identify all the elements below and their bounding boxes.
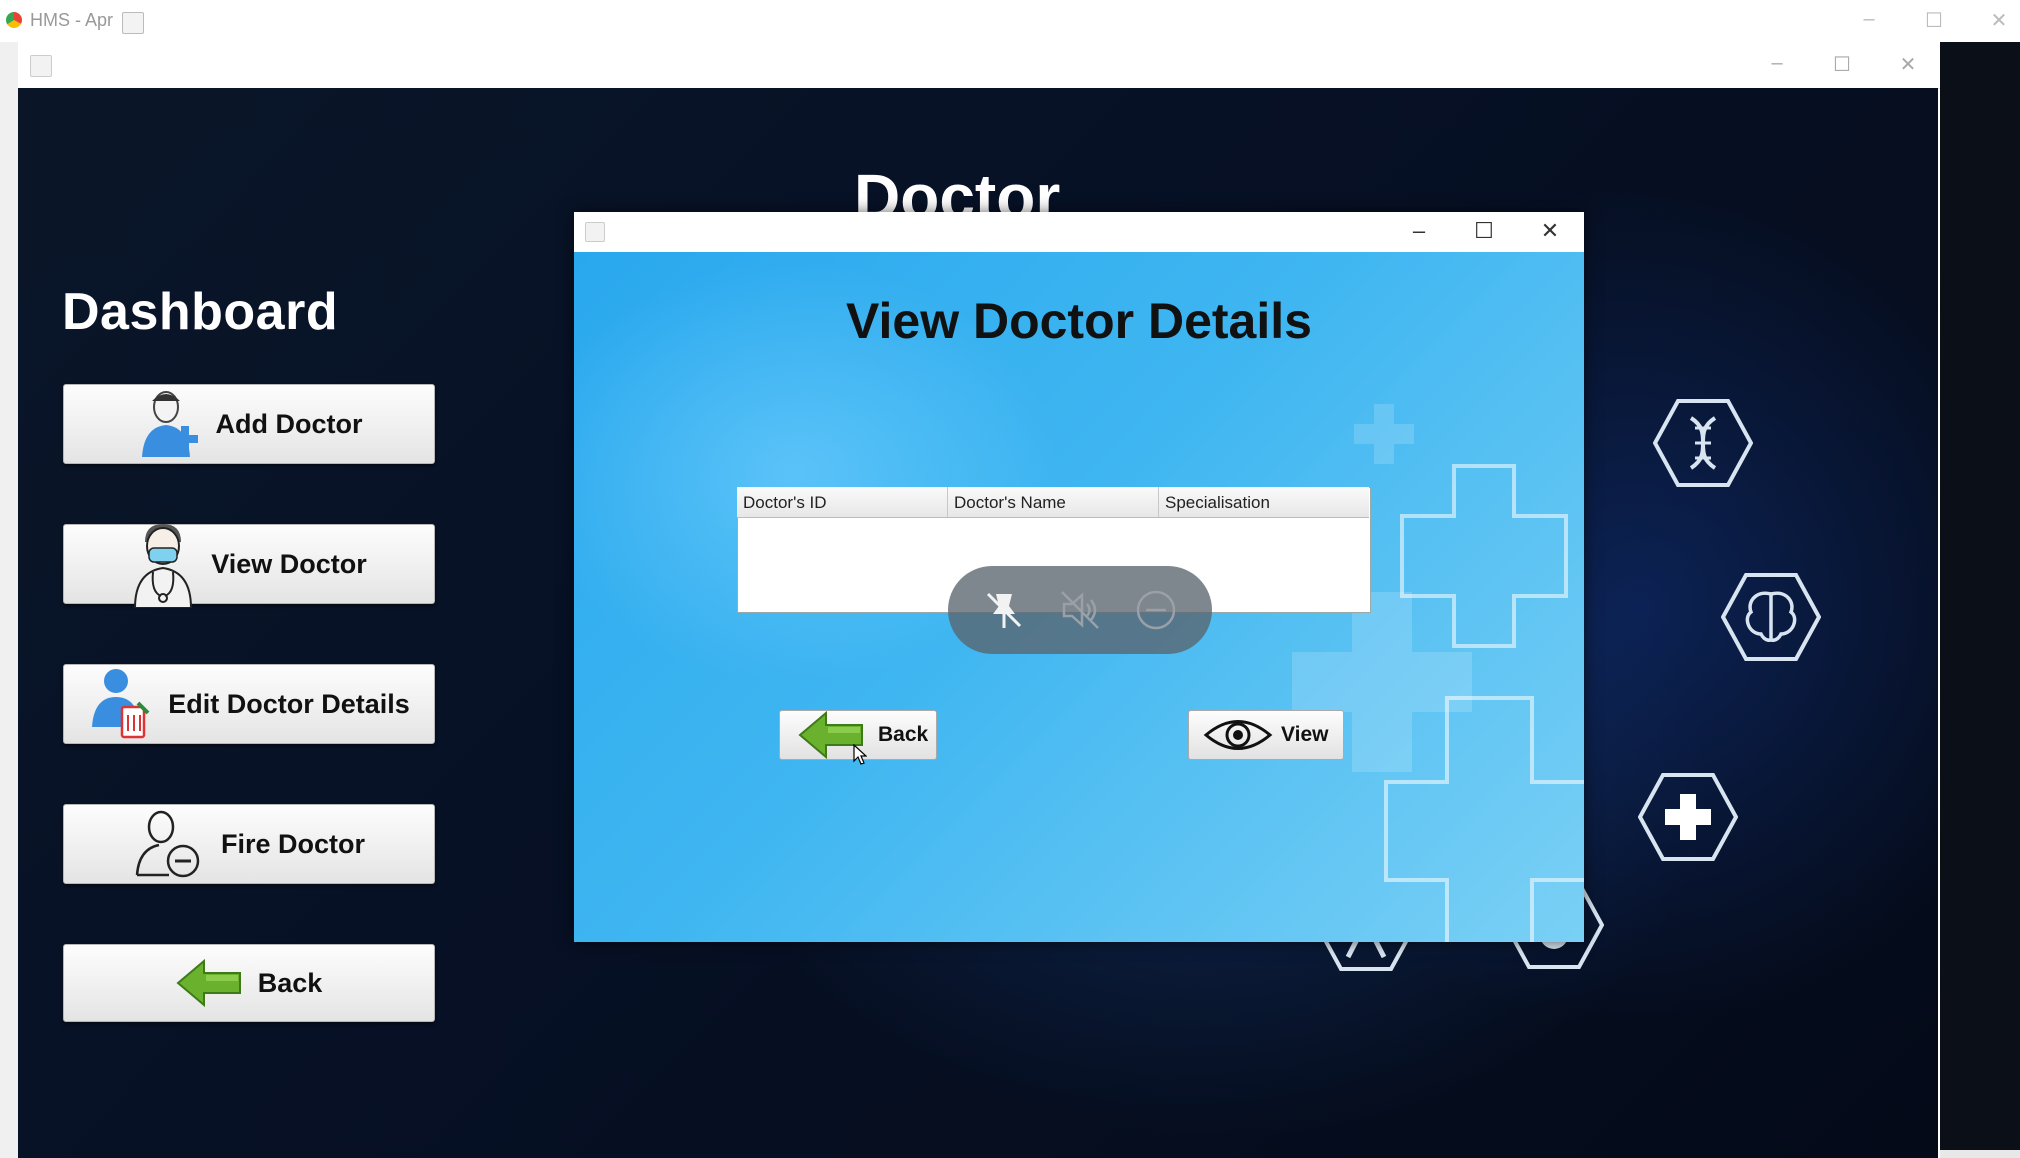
column-header-doctor-name[interactable]: Doctor's Name (948, 487, 1159, 517)
main-minimize-button[interactable]: – (1757, 52, 1797, 75)
add-doctor-icon (141, 391, 198, 457)
dialog-close-button[interactable]: ✕ (1530, 218, 1570, 244)
chrome-icon (6, 12, 22, 28)
mute-icon[interactable] (1058, 588, 1102, 632)
add-doctor-button[interactable]: Add Doctor (63, 384, 435, 464)
dashboard-back-label: Back (257, 967, 323, 998)
brain-icon (1721, 573, 1821, 661)
dialog-maximize-button[interactable]: ☐ (1464, 218, 1504, 244)
dna-icon (1653, 399, 1753, 487)
minus-circle-icon[interactable] (1134, 588, 1178, 632)
doctor-table-header: Doctor's ID Doctor's Name Specialisation (737, 487, 1369, 518)
outer-close-button[interactable]: ✕ (1979, 8, 2019, 33)
remove-doctor-icon (135, 810, 200, 878)
dashboard-title: Dashboard (62, 283, 339, 341)
fire-doctor-button[interactable]: Fire Doctor (63, 804, 435, 884)
view-button[interactable]: View (1188, 710, 1344, 760)
column-header-doctor-id[interactable]: Doctor's ID (737, 487, 948, 517)
mouse-cursor-icon (853, 744, 867, 765)
outer-maximize-button[interactable]: ☐ (1914, 8, 1954, 33)
main-close-button[interactable]: ✕ (1888, 52, 1928, 77)
eye-icon (1203, 720, 1273, 750)
dialog-minimize-button[interactable]: – (1399, 218, 1439, 244)
java-icon (122, 12, 144, 34)
dialog-back-label: Back (878, 723, 929, 746)
main-maximize-button[interactable]: ☐ (1822, 52, 1862, 77)
view-button-label: View (1281, 723, 1329, 746)
plus-icon (1638, 773, 1738, 861)
add-doctor-label: Add Doctor (215, 408, 363, 439)
doctor-avatar-icon (134, 524, 193, 608)
unpin-icon[interactable] (982, 588, 1026, 632)
edit-doctor-details-label: Edit Doctor Details (168, 688, 410, 719)
view-doctor-button[interactable]: View Doctor (63, 524, 435, 608)
edit-doctor-icon (92, 669, 150, 739)
dialog-title: View Doctor Details (846, 293, 1312, 349)
outer-window-title: HMS - Apr (30, 10, 114, 30)
java-icon (585, 222, 605, 242)
outer-minimize-button[interactable]: – (1849, 8, 1889, 31)
fire-doctor-label: Fire Doctor (220, 828, 366, 859)
background-window-area (1940, 42, 2020, 1158)
media-overlay-toolbar (948, 566, 1212, 654)
background-scrollbar (1940, 1150, 2020, 1158)
main-titlebar (18, 42, 1940, 89)
back-arrow-icon (176, 958, 241, 1008)
background-window-edge (0, 42, 18, 1158)
java-icon (30, 55, 52, 77)
outer-titlebar (0, 0, 2020, 43)
view-doctor-label: View Doctor (211, 548, 367, 579)
edit-doctor-details-button[interactable]: Edit Doctor Details (63, 664, 435, 744)
column-header-specialisation[interactable]: Specialisation (1159, 487, 1369, 517)
dashboard-back-button[interactable]: Back (63, 944, 435, 1022)
